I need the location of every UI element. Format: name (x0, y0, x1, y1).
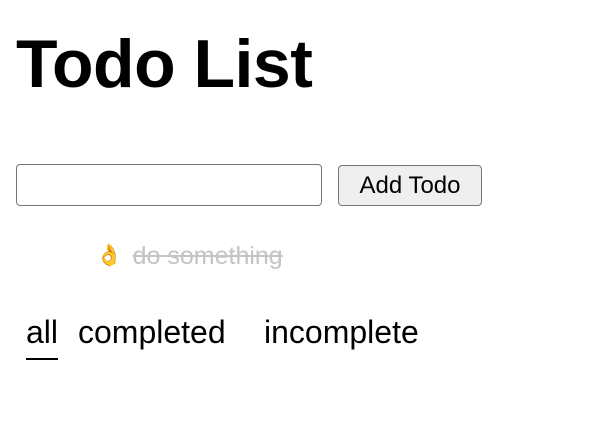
todo-item[interactable]: 👌 do something (96, 238, 283, 274)
todo-item-text: do something (132, 242, 283, 270)
todo-input[interactable] (16, 164, 322, 206)
active-filter-underline (26, 358, 58, 360)
filter-incomplete-link[interactable]: incomplete (264, 312, 419, 352)
filter-all-link[interactable]: all (26, 312, 58, 352)
todo-app: Todo List Add Todo 👌 do something all co… (0, 0, 610, 442)
filter-completed-link[interactable]: completed (78, 312, 226, 352)
add-todo-button[interactable]: Add Todo (338, 165, 482, 206)
ok-hand-icon[interactable]: 👌 (96, 238, 122, 274)
page-title: Todo List (16, 26, 313, 102)
